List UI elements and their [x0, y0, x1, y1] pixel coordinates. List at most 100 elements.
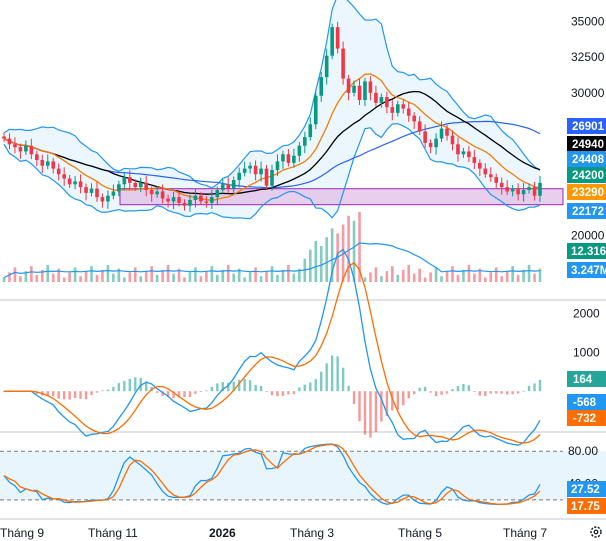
candle-body: [417, 121, 422, 132]
candle-body: [264, 168, 269, 186]
volume-bar: [35, 274, 39, 282]
volume-bar: [314, 240, 318, 282]
candle-body: [199, 195, 203, 202]
candle-body: [385, 97, 389, 108]
candle-body: [7, 138, 12, 145]
candle-body: [401, 104, 406, 109]
candle-body: [516, 188, 520, 195]
volume-bar: [451, 266, 454, 282]
macd-histogram-bar: [303, 384, 307, 392]
macd-histogram-bar: [106, 389, 110, 392]
stochastic-label-text: 17.75: [571, 501, 600, 513]
volume-bar: [276, 274, 279, 282]
candle-body: [138, 182, 143, 188]
volume-bar: [533, 273, 536, 282]
candle-body: [133, 182, 138, 188]
volume-bar: [467, 264, 471, 282]
volume-bar: [123, 277, 126, 282]
candle-body: [428, 142, 433, 148]
macd-histogram-bar: [484, 391, 487, 397]
candle-body: [390, 107, 395, 113]
stochastic-label-text: 27.52: [571, 484, 600, 496]
volume-bar: [434, 267, 438, 282]
candle-body: [335, 27, 340, 49]
volume-bar: [418, 268, 421, 282]
candle-body: [456, 144, 460, 155]
macd-histogram-bar: [188, 391, 192, 397]
volume-bar: [199, 276, 203, 282]
macd-histogram-bar: [445, 391, 449, 394]
candle-body: [303, 137, 307, 146]
price-axis-tick: 30000: [571, 86, 605, 100]
macd-histogram-bar: [413, 391, 416, 395]
candle-body: [29, 145, 34, 155]
macd-histogram-bar: [330, 355, 334, 392]
macd-axis-tick: 1000: [573, 345, 600, 359]
candle-body: [193, 195, 198, 200]
volume-bar: [505, 271, 509, 282]
candle-body: [439, 128, 444, 139]
candle-body: [242, 168, 247, 173]
macd-histogram-bar: [276, 391, 279, 397]
macd-histogram-bar: [489, 391, 492, 394]
candle-body: [461, 151, 466, 155]
macd-histogram-bar: [259, 385, 263, 392]
candle-body: [286, 154, 291, 163]
gear-icon[interactable]: [590, 526, 602, 538]
candle-body: [494, 177, 499, 183]
volume-bar: [172, 273, 175, 282]
volume-bar: [30, 266, 33, 282]
volume-bar: [412, 273, 416, 282]
macd-histogram-bar: [369, 391, 372, 438]
candle-body: [330, 27, 334, 56]
macd-histogram-bar: [456, 385, 460, 392]
volume-bar: [516, 274, 520, 282]
macd-histogram-bar: [298, 387, 301, 392]
candle-body: [346, 78, 351, 93]
price-axis-tick: 35000: [571, 14, 605, 28]
chart-svg[interactable]: 2000025000300003250035000269012494024408…: [0, 0, 606, 541]
price-label-text: 24940: [572, 139, 604, 151]
candle-body: [445, 128, 449, 136]
macd-label-text: -732: [573, 413, 596, 425]
macd-histogram-bar: [84, 391, 88, 400]
volume-bar: [281, 269, 285, 282]
volume-bar: [374, 267, 378, 282]
candle-body: [521, 190, 526, 195]
volume-bar: [210, 266, 214, 282]
macd-histogram-bar: [374, 391, 378, 433]
volume-bar: [106, 264, 110, 282]
candle-body: [127, 177, 132, 183]
volume-bar: [101, 269, 104, 282]
price-axis-tick: 32500: [571, 50, 605, 64]
macd-histogram-bar: [243, 378, 246, 392]
macd-histogram-bar: [281, 391, 285, 396]
volume-bar: [216, 274, 219, 282]
candle-body: [341, 48, 345, 79]
candle-body: [423, 131, 427, 143]
candle-body: [220, 184, 225, 190]
candle-body: [406, 108, 411, 116]
candle-body: [237, 172, 241, 180]
candle-body: [275, 161, 280, 170]
macd-histogram-bar: [423, 386, 427, 392]
candle-body: [84, 187, 88, 193]
candle-body: [188, 200, 192, 206]
macd-histogram-bar: [270, 391, 274, 396]
volume-bar: [90, 266, 93, 282]
time-axis-label: Tháng 3: [290, 526, 334, 540]
volume-bar: [484, 277, 487, 282]
candle-body: [89, 188, 94, 193]
candle-body: [538, 182, 542, 196]
macd-histogram-bar: [467, 385, 471, 392]
volume-bar: [292, 273, 296, 282]
macd-histogram-bar: [314, 379, 317, 392]
candle-body: [412, 115, 417, 122]
macd-histogram-bar: [478, 391, 482, 396]
candle-body: [395, 104, 400, 113]
candle-body: [100, 197, 105, 202]
candle-body: [505, 187, 509, 192]
time-axis-label: Tháng 11: [88, 526, 138, 540]
stock-chart[interactable]: 2000025000300003250035000269012494024408…: [0, 0, 606, 541]
volume-bar: [144, 271, 148, 282]
